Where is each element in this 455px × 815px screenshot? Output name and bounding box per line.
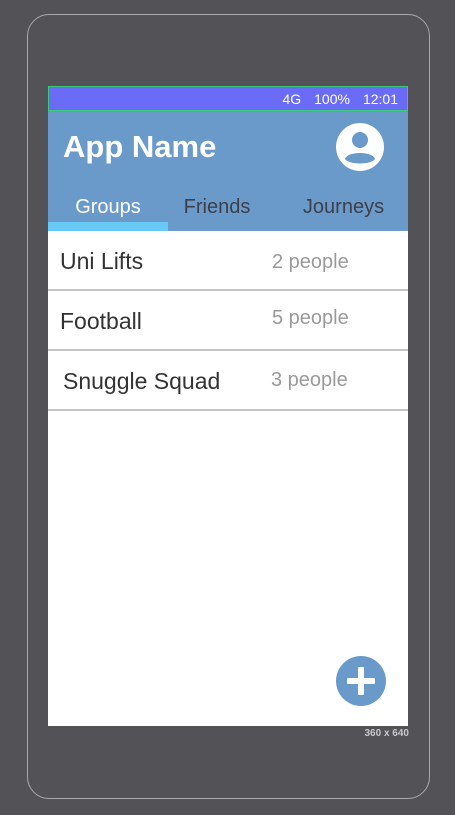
screen-size-label: 360 x 640 <box>364 728 410 739</box>
account-circle-icon[interactable] <box>336 123 384 171</box>
list-item[interactable]: Snuggle Squad 3 people <box>48 351 408 411</box>
tab-bar: Groups Friends Journeys <box>48 196 408 231</box>
group-name: Snuggle Squad <box>63 368 221 394</box>
group-list: Uni Lifts 2 people Football 5 people Snu… <box>48 231 408 411</box>
network-indicator: 4G <box>282 90 302 107</box>
app-bar: App Name Groups Friends Journeys <box>48 111 408 231</box>
list-item[interactable]: Uni Lifts 2 people <box>48 231 408 291</box>
group-member-count: 5 people <box>272 307 349 329</box>
group-name: Football <box>60 308 142 334</box>
group-member-count: 3 people <box>271 369 348 391</box>
add-group-button[interactable] <box>336 656 386 706</box>
status-bar: 4G 100% 12:01 <box>48 86 408 111</box>
app-title: App Name <box>63 129 217 164</box>
active-tab-indicator <box>48 222 168 231</box>
group-name: Uni Lifts <box>60 248 144 274</box>
group-member-count: 2 people <box>272 251 349 273</box>
list-item[interactable]: Football 5 people <box>48 291 408 351</box>
clock: 12:01 <box>362 90 398 107</box>
battery-indicator: 100% <box>314 90 350 107</box>
phone-screen: 4G 100% 12:01 App Name Groups Friends Jo… <box>48 86 408 726</box>
plus-icon <box>347 667 375 695</box>
tab-journeys[interactable]: Journeys <box>281 196 406 231</box>
tab-friends[interactable]: Friends <box>157 196 277 231</box>
